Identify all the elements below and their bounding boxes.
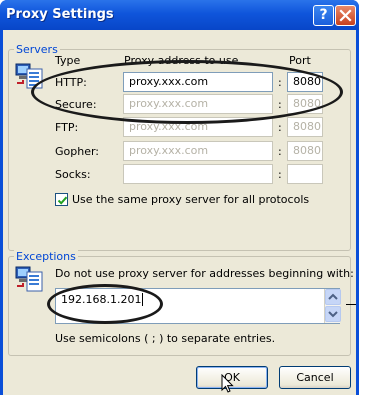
servers-group: Servers Type Proxy address to use Port H… [8,43,351,251]
exceptions-input[interactable]: 192.168.1.201 [55,288,340,324]
http-port-input[interactable]: 8080 [287,72,323,92]
secure-label: Secure: [55,98,97,111]
cancel-button[interactable]: Cancel [279,366,351,389]
checkmark-icon [57,196,68,205]
exceptions-value: 192.168.1.201 [61,293,142,306]
http-address-input[interactable]: proxy.xxx.com [123,72,273,92]
http-colon: : [278,76,282,89]
exceptions-group: Exceptions Do not use proxy server for a… [8,250,354,356]
scroll-up-icon[interactable] [325,289,341,305]
exceptions-hint: Use semicolons ( ; ) to separate entries… [55,332,276,345]
same-proxy-label[interactable]: Use the same proxy server for all protoc… [72,193,309,206]
help-button[interactable]: ? [313,5,334,26]
gopher-colon: : [278,145,282,158]
secure-port-input[interactable]: 8080 [287,94,323,114]
secure-address-input[interactable]: proxy.xxx.com [123,94,273,114]
gopher-address-input[interactable]: proxy.xxx.com [123,141,273,161]
exceptions-scrollbar[interactable] [324,289,341,323]
dialog-body: Servers Type Proxy address to use Port H… [3,30,356,395]
gopher-label: Gopher: [55,145,100,158]
column-header-type: Type [55,54,81,67]
gopher-port-input[interactable]: 8080 [287,141,323,161]
exceptions-icon [15,264,45,297]
callout-line [346,304,356,305]
ftp-label: FTP: [55,121,79,134]
close-button[interactable] [335,5,356,26]
column-header-port: Port [289,54,311,67]
highlight-oval-http [31,60,343,124]
servers-legend: Servers [14,43,60,56]
proxy-settings-window: Proxy Settings ? Servers Type Proxy addr… [0,0,359,395]
socks-label: Socks: [55,168,91,181]
column-header-address: Proxy address to use [124,54,239,67]
close-icon [339,9,352,22]
network-settings-icon [15,61,45,94]
http-label: HTTP: [55,76,87,89]
ftp-colon: : [278,121,282,134]
same-proxy-checkbox[interactable] [55,193,68,206]
mouse-pointer-icon [221,373,235,395]
ftp-port-input[interactable]: 8080 [287,117,323,137]
secure-colon: : [278,98,282,111]
title-bar[interactable]: Proxy Settings ? [0,0,359,30]
exceptions-legend: Exceptions [14,250,78,263]
socks-address-input[interactable] [123,164,273,184]
socks-colon: : [278,168,282,181]
socks-port-input[interactable] [287,164,323,184]
scroll-down-icon[interactable] [325,306,341,322]
exceptions-instruction: Do not use proxy server for addresses be… [55,267,354,280]
ftp-address-input[interactable]: proxy.xxx.com [123,117,273,137]
window-title: Proxy Settings [6,7,114,22]
